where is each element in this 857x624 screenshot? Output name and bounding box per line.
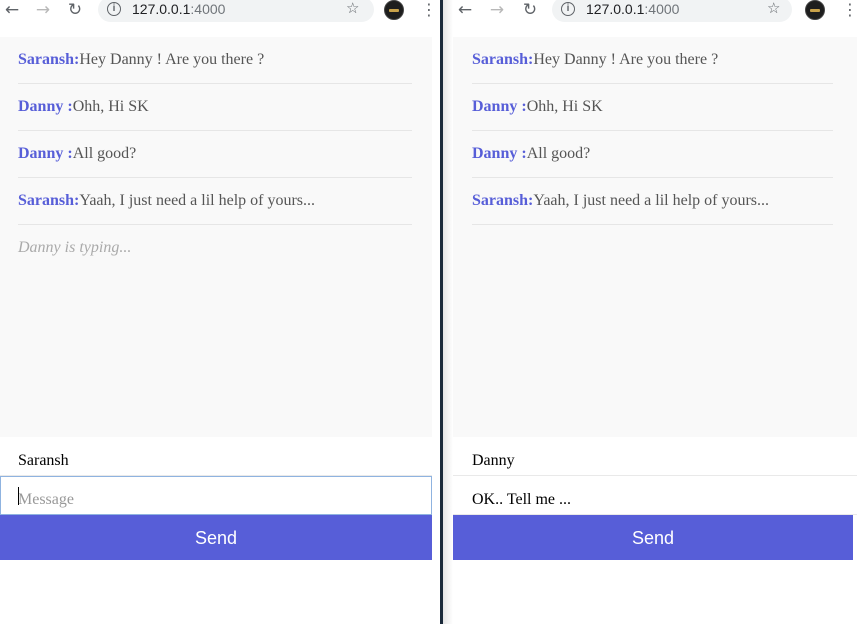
back-arrow-icon[interactable]: ← bbox=[454, 0, 476, 22]
typing-indicator: Danny is typing... bbox=[18, 239, 132, 256]
reload-icon[interactable]: ↻ bbox=[519, 0, 541, 22]
message-author: Danny : bbox=[18, 98, 73, 115]
reload-icon[interactable]: ↻ bbox=[64, 0, 86, 22]
chat-output: Saransh:Hey Danny ! Are you there ? Dann… bbox=[18, 37, 412, 257]
kebab-menu-icon[interactable]: ⋮ bbox=[421, 0, 437, 22]
profile-avatar[interactable] bbox=[384, 0, 404, 20]
address-bar[interactable]: i 127.0.0.1:4000 ☆ bbox=[98, 0, 374, 22]
back-arrow-icon[interactable]: ← bbox=[1, 0, 23, 22]
url-host: 127.0.0.1 bbox=[586, 1, 645, 17]
message-author: Danny : bbox=[472, 98, 527, 115]
send-button[interactable]: Send bbox=[453, 515, 853, 560]
chat-message: Danny :All good? bbox=[472, 131, 833, 178]
star-icon[interactable]: ☆ bbox=[767, 0, 780, 16]
url-text: 127.0.0.1:4000 bbox=[132, 1, 225, 17]
message-input[interactable] bbox=[0, 476, 432, 515]
message-author: Saransh: bbox=[472, 51, 534, 68]
message-text: Hey Danny ! Are you there ? bbox=[79, 51, 265, 68]
chat-message: Saransh:Hey Danny ! Are you there ? bbox=[472, 37, 833, 84]
chat-message: Saransh:Yaah, I just need a lil help of … bbox=[472, 178, 833, 225]
message-input[interactable] bbox=[453, 476, 857, 515]
kebab-menu-icon[interactable]: ⋮ bbox=[842, 0, 857, 22]
handle-input[interactable] bbox=[453, 437, 857, 476]
chat-message: Danny :Ohh, Hi SK bbox=[18, 84, 412, 131]
star-icon[interactable]: ☆ bbox=[346, 0, 359, 16]
forward-arrow-icon[interactable]: → bbox=[32, 0, 54, 22]
send-button[interactable]: Send bbox=[0, 515, 432, 560]
browser-window-right: ← → ↻ i 127.0.0.1:4000 ☆ ⋮ Saransh:Hey D… bbox=[443, 0, 857, 624]
chat-message: Saransh:Hey Danny ! Are you there ? bbox=[18, 37, 412, 84]
chat-message: Saransh:Yaah, I just need a lil help of … bbox=[18, 178, 412, 225]
profile-avatar[interactable] bbox=[805, 0, 825, 20]
message-text: All good? bbox=[72, 145, 137, 162]
browser-window-left: ← → ↻ i 127.0.0.1:4000 ☆ ⋮ Saransh:Hey D… bbox=[0, 0, 440, 624]
info-icon[interactable]: i bbox=[561, 2, 575, 16]
chat-message: Danny :Ohh, Hi SK bbox=[472, 84, 833, 131]
message-author: Saransh: bbox=[18, 192, 80, 209]
chat-window: Saransh:Hey Danny ! Are you there ? Dann… bbox=[453, 37, 857, 437]
browser-toolbar: ← → ↻ i 127.0.0.1:4000 ☆ ⋮ bbox=[0, 0, 440, 22]
url-text: 127.0.0.1:4000 bbox=[586, 1, 679, 17]
url-host: 127.0.0.1 bbox=[132, 1, 191, 17]
message-author: Danny : bbox=[18, 145, 73, 162]
info-icon[interactable]: i bbox=[107, 2, 121, 16]
chat-message: Danny :All good? bbox=[18, 131, 412, 178]
message-author: Saransh: bbox=[18, 51, 80, 68]
text-caret bbox=[18, 487, 19, 505]
browser-toolbar: ← → ↻ i 127.0.0.1:4000 ☆ ⋮ bbox=[443, 0, 857, 22]
chat-window: Saransh:Hey Danny ! Are you there ? Dann… bbox=[0, 37, 432, 437]
url-port: :4000 bbox=[644, 1, 680, 17]
message-author: Danny : bbox=[472, 145, 527, 162]
message-text: Yaah, I just need a lil help of yours... bbox=[533, 192, 770, 209]
forward-arrow-icon[interactable]: → bbox=[486, 0, 508, 22]
url-port: :4000 bbox=[190, 1, 226, 17]
address-bar[interactable]: i 127.0.0.1:4000 ☆ bbox=[552, 0, 792, 22]
message-text: Hey Danny ! Are you there ? bbox=[533, 51, 719, 68]
message-author: Saransh: bbox=[472, 192, 534, 209]
message-text: Ohh, Hi SK bbox=[72, 98, 149, 115]
message-text: Ohh, Hi SK bbox=[526, 98, 603, 115]
chat-output: Saransh:Hey Danny ! Are you there ? Dann… bbox=[472, 37, 833, 225]
handle-input[interactable] bbox=[0, 437, 432, 476]
message-text: Yaah, I just need a lil help of yours... bbox=[79, 192, 316, 209]
message-text: All good? bbox=[526, 145, 591, 162]
